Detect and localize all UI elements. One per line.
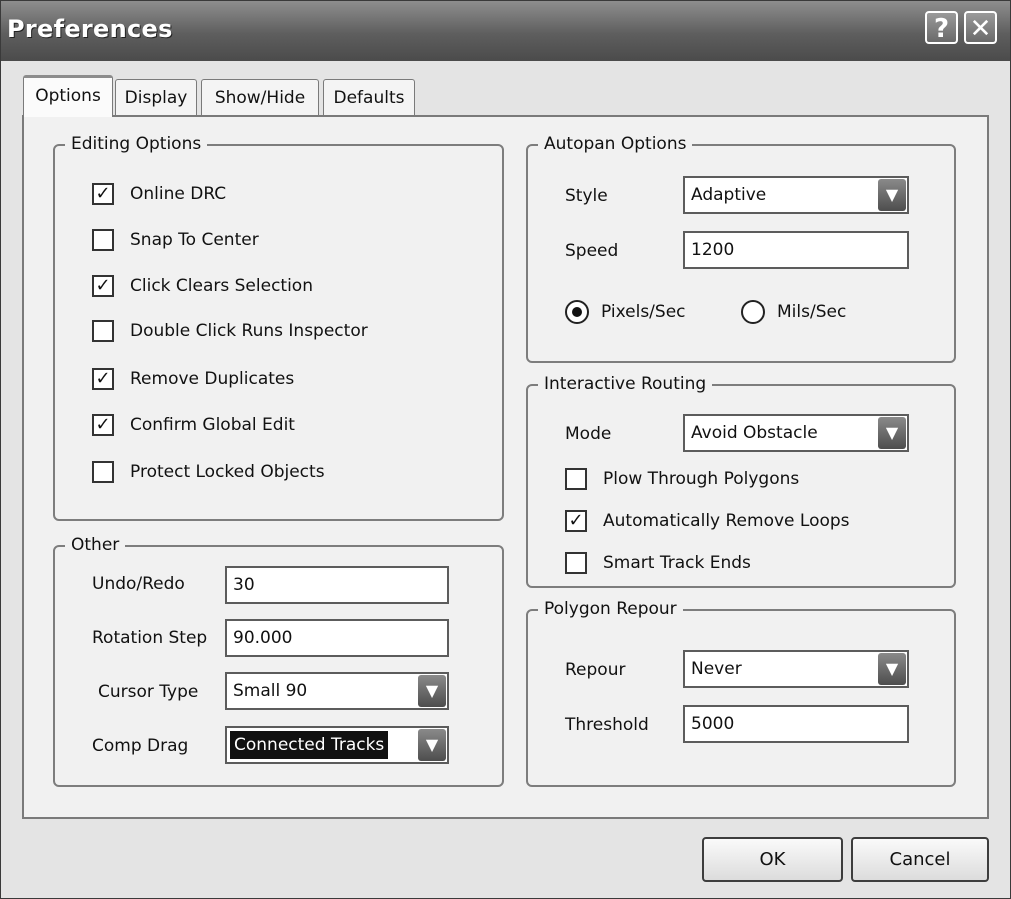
style-label: Style [565, 186, 608, 206]
options-page: Editing Options ✓ Online DRC Snap To Cen… [22, 115, 989, 819]
chevron-down-icon[interactable]: ▼ [878, 653, 906, 685]
checkbox-label: Automatically Remove Loops [603, 511, 850, 531]
ok-button[interactable]: OK [702, 837, 843, 882]
chevron-down-icon[interactable]: ▼ [878, 417, 906, 449]
checkbox-box[interactable]: ✓ [565, 510, 587, 532]
checkbox-label: Confirm Global Edit [130, 415, 295, 435]
mode-label: Mode [565, 424, 612, 444]
threshold-label: Threshold [565, 715, 649, 735]
close-button[interactable]: ✕ [964, 11, 997, 44]
checkbox-label: Double Click Runs Inspector [130, 321, 368, 341]
repour-value: Never [691, 659, 742, 679]
checkbox-label: Online DRC [130, 184, 227, 204]
preferences-dialog: Preferences ? ✕ Options Display Show/Hid… [0, 0, 1011, 899]
chevron-down-icon[interactable]: ▼ [418, 675, 446, 707]
undo-redo-label: Undo/Redo [92, 574, 185, 594]
checkbox-box[interactable]: ✓ [92, 183, 114, 205]
editing-options-group: Editing Options ✓ Online DRC Snap To Cen… [53, 132, 504, 521]
checkbox-box[interactable] [565, 552, 587, 574]
repour-select[interactable]: Never ▼ [683, 650, 909, 688]
radio-label: Mils/Sec [777, 302, 847, 322]
threshold-input[interactable]: 5000 [683, 705, 909, 743]
repour-label: Repour [565, 660, 626, 680]
radio-label: Pixels/Sec [601, 302, 686, 322]
interactive-routing-group: Interactive Routing Mode Avoid Obstacle … [526, 372, 956, 588]
comp-drag-select[interactable]: Connected Tracks ▼ [225, 726, 449, 764]
checkbox-box[interactable] [92, 320, 114, 342]
other-legend: Other [65, 533, 126, 557]
rotation-step-input[interactable]: 90.000 [225, 619, 449, 657]
checkbox-box[interactable]: ✓ [92, 368, 114, 390]
comp-drag-label: Comp Drag [92, 736, 189, 756]
checkbox-box[interactable]: ✓ [92, 275, 114, 297]
routing-mode-select[interactable]: Avoid Obstacle ▼ [683, 414, 909, 452]
editing-options-legend: Editing Options [65, 132, 208, 156]
autopan-style-select[interactable]: Adaptive ▼ [683, 176, 909, 214]
undo-redo-input[interactable]: 30 [225, 566, 449, 604]
polygon-repour-legend: Polygon Repour [538, 597, 683, 621]
autopan-options-group: Autopan Options Style Adaptive ▼ Speed 1… [526, 132, 956, 363]
checkbox-box[interactable] [92, 229, 114, 251]
cursor-type-label: Cursor Type [98, 682, 199, 702]
comp-drag-value: Connected Tracks [230, 731, 389, 759]
checkbox-label: Click Clears Selection [130, 276, 313, 296]
checkbox-box[interactable]: ✓ [92, 414, 114, 436]
rotation-step-label: Rotation Step [92, 628, 208, 648]
checkbox-label: Remove Duplicates [130, 369, 295, 389]
cursor-type-select[interactable]: Small 90 ▼ [225, 672, 449, 710]
cursor-type-value: Small 90 [233, 681, 308, 701]
checkbox-label: Plow Through Polygons [603, 469, 800, 489]
checkbox-box[interactable] [565, 468, 587, 490]
checkbox-box[interactable] [92, 461, 114, 483]
routing-mode-value: Avoid Obstacle [691, 423, 818, 443]
window-title: Preferences [7, 15, 173, 43]
interactive-routing-legend: Interactive Routing [538, 372, 713, 396]
autopan-options-legend: Autopan Options [538, 132, 693, 156]
checkbox-label: Protect Locked Objects [130, 462, 325, 482]
radio-dot [572, 307, 582, 317]
other-group: Other Undo/Redo 30 Rotation Step 90.000 … [53, 533, 504, 787]
help-button[interactable]: ? [925, 11, 958, 44]
tab-container: Options Display Show/Hide Defaults Editi… [1, 61, 1010, 898]
tab-options[interactable]: Options [23, 75, 113, 117]
polygon-repour-group: Polygon Repour Repour Never ▼ Threshold … [526, 597, 956, 787]
autopan-speed-input[interactable]: 1200 [683, 231, 909, 269]
title-bar[interactable]: Preferences ? ✕ [1, 1, 1010, 61]
checkbox-label: Smart Track Ends [603, 553, 751, 573]
checkbox-label: Snap To Center [130, 230, 259, 250]
speed-label: Speed [565, 241, 619, 261]
autopan-style-value: Adaptive [691, 185, 767, 205]
radio-circle[interactable] [741, 300, 765, 324]
cancel-button[interactable]: Cancel [851, 837, 989, 882]
tab-display[interactable]: Display [115, 79, 197, 115]
radio-circle[interactable] [565, 300, 589, 324]
chevron-down-icon[interactable]: ▼ [878, 179, 906, 211]
tab-show-hide[interactable]: Show/Hide [201, 79, 319, 115]
tab-defaults[interactable]: Defaults [323, 79, 415, 115]
chevron-down-icon[interactable]: ▼ [418, 729, 446, 761]
